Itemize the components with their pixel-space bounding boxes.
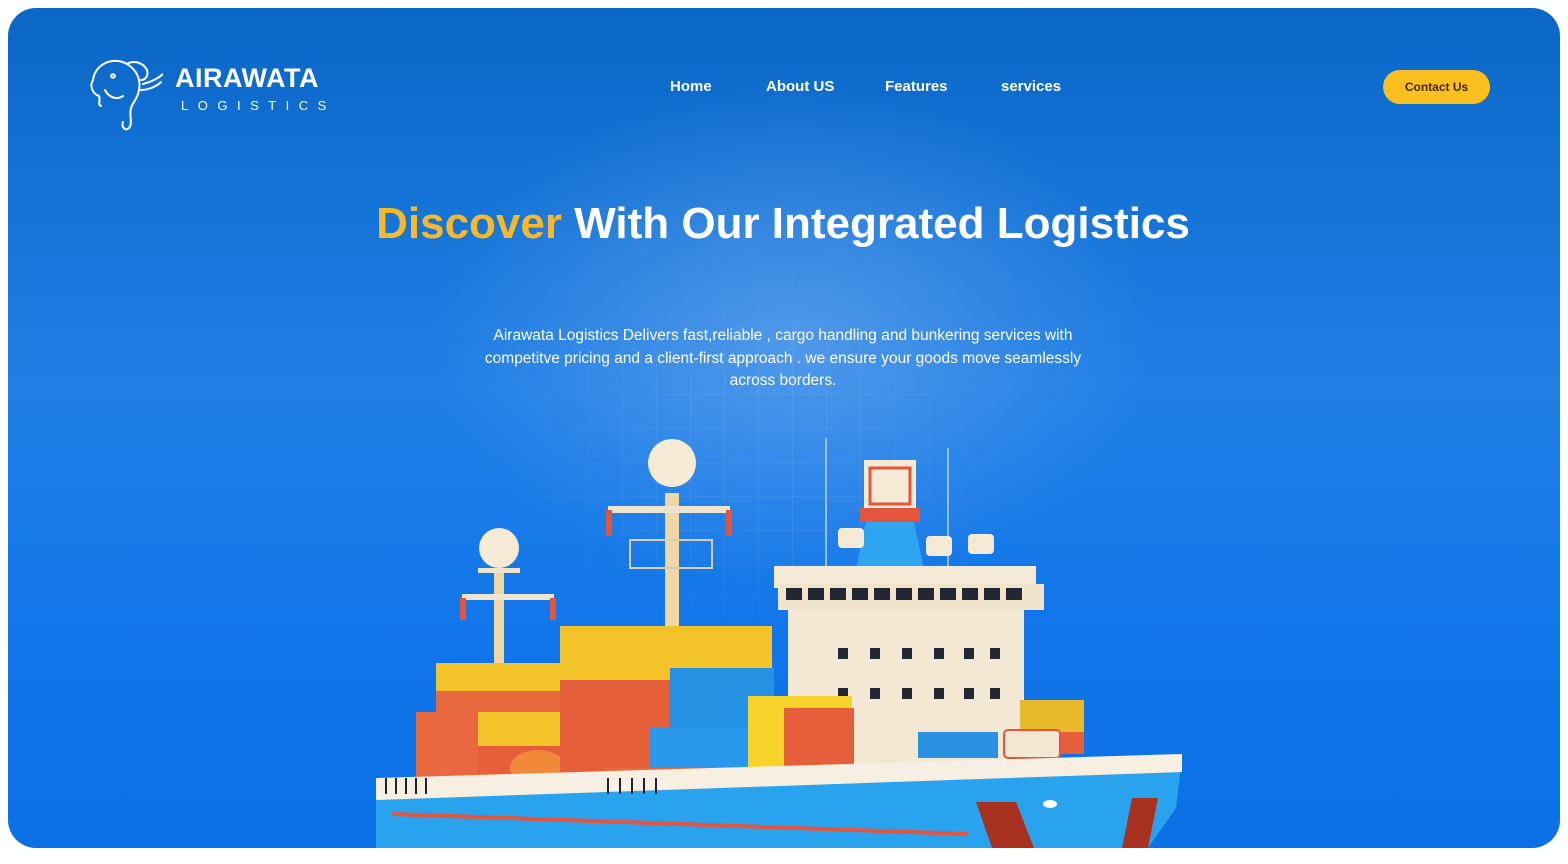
container-ship-illustration	[376, 438, 1182, 848]
container-stack-left	[416, 663, 566, 792]
radar-mast-center	[606, 439, 732, 633]
hero-section: AIRAWATA LOGISTICS Home About US Feature…	[8, 8, 1560, 848]
radar-mast-left	[460, 528, 556, 668]
